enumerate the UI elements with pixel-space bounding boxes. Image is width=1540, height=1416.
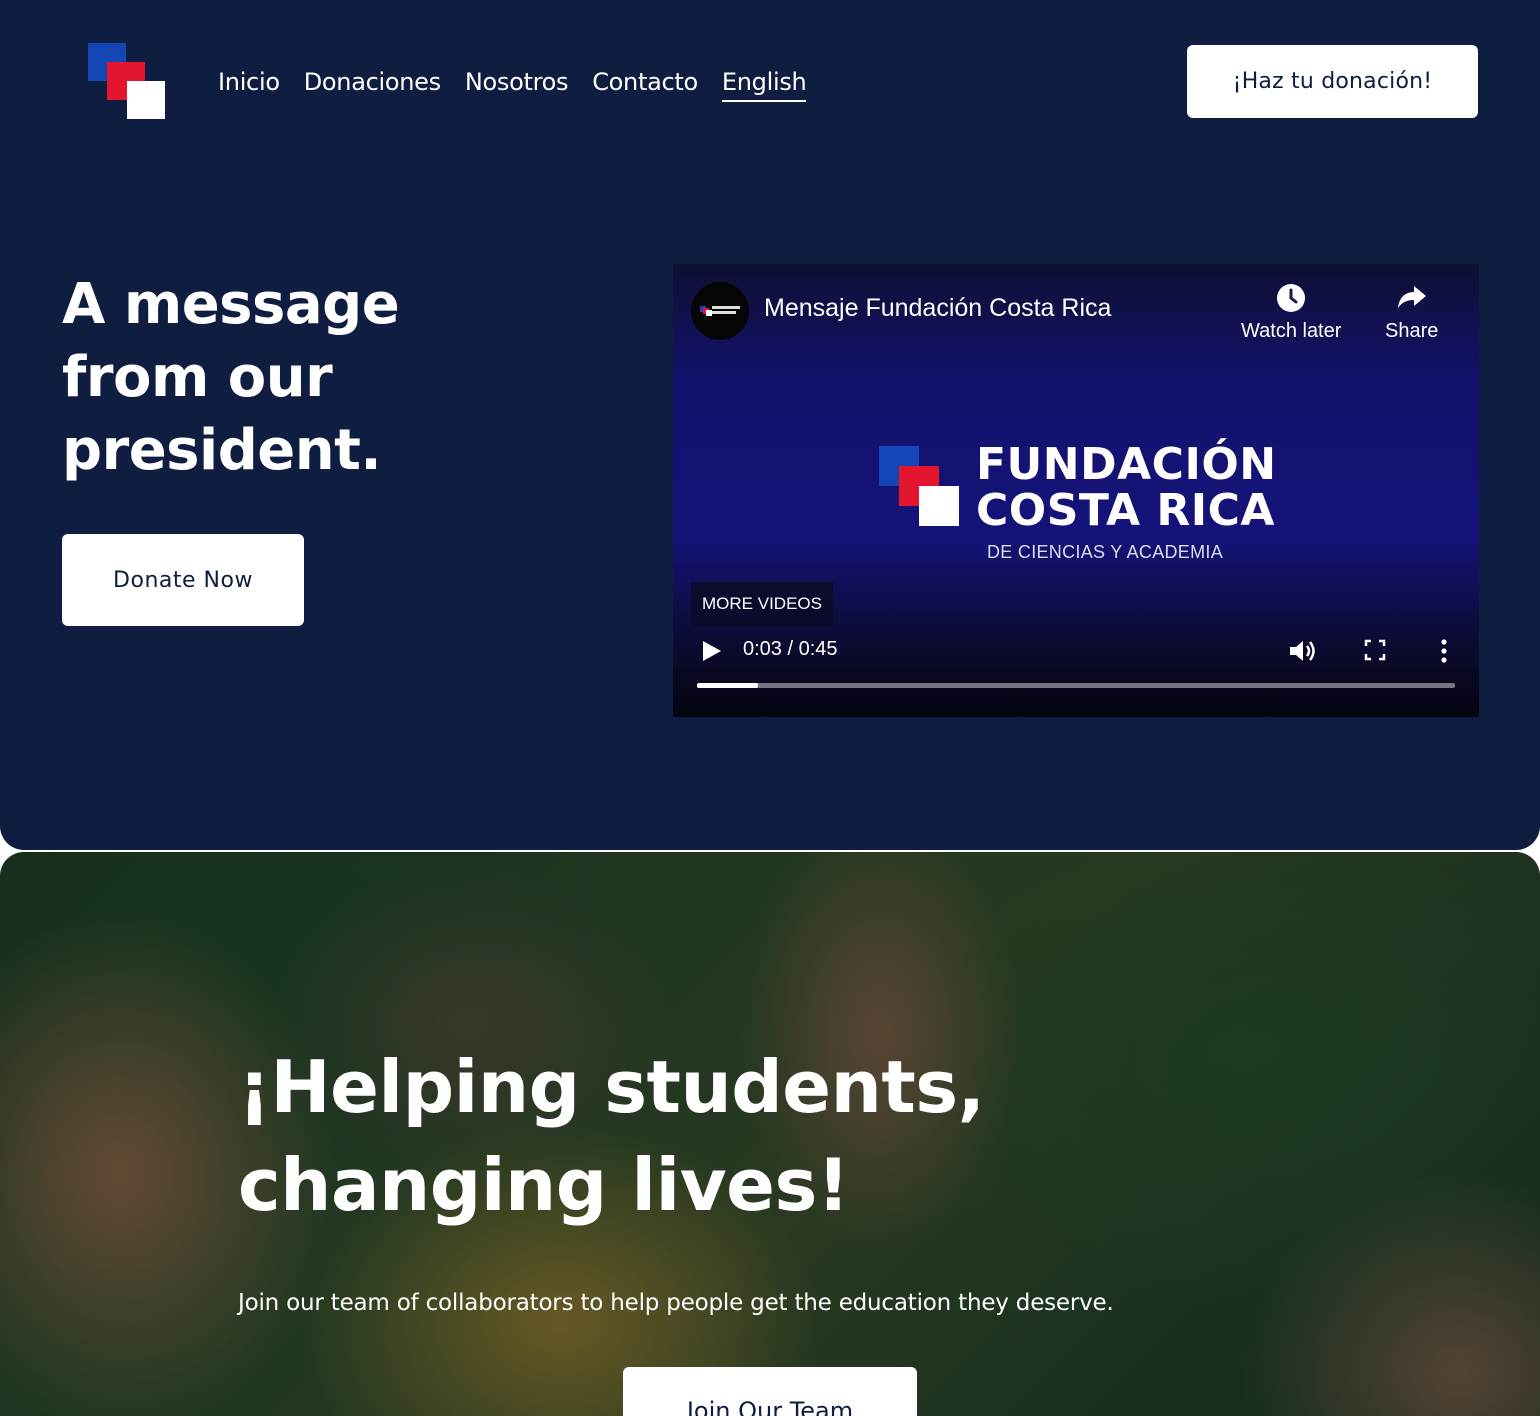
nav-link-contacto[interactable]: Contacto (592, 64, 698, 102)
watch-later-label: Watch later (1241, 320, 1342, 342)
hero-title: A message from our president. (62, 272, 400, 483)
banner-content: ¡Helping students, changing lives! Join … (238, 1038, 1138, 1316)
brand-name-line2: COSTA RICA (976, 485, 1275, 536)
play-icon[interactable] (701, 639, 723, 663)
brand-subtitle: DE CIENCIAS Y ACADEMIA (987, 542, 1224, 562)
more-options-icon[interactable] (1438, 636, 1450, 666)
nav-link-donaciones[interactable]: Donaciones (304, 64, 441, 102)
join-team-button[interactable]: Join Our Team (623, 1367, 917, 1416)
channel-avatar[interactable] (691, 282, 749, 340)
nav-link-nosotros[interactable]: Nosotros (465, 64, 569, 102)
volume-icon[interactable] (1287, 636, 1317, 666)
more-videos-button[interactable]: MORE VIDEOS (691, 582, 833, 626)
banner-title: ¡Helping students, changing lives! (238, 1045, 985, 1227)
video-progress-bar[interactable] (697, 683, 1455, 688)
brand-white-square (919, 486, 959, 526)
nav-link-inicio[interactable]: Inicio (218, 64, 280, 102)
fundacion-logo-icon (700, 306, 740, 316)
brand-name: FUNDACIÓN COSTA RICA (976, 442, 1277, 534)
brand-name-line1: FUNDACIÓN (976, 439, 1277, 490)
clock-icon (1277, 284, 1306, 312)
donate-header-button[interactable]: ¡Haz tu donación! (1187, 45, 1478, 118)
share-button[interactable]: Share (1385, 282, 1438, 343)
video-progress-fill (697, 683, 758, 688)
video-title[interactable]: Mensaje Fundación Costa Rica (764, 294, 1111, 323)
share-arrow-icon (1397, 286, 1426, 308)
logo-white-square (127, 81, 165, 119)
video-controls: 0:03 / 0:45 (673, 628, 1479, 678)
share-label: Share (1385, 320, 1439, 342)
main-nav: Inicio Donaciones Nosotros Contacto Engl… (218, 64, 807, 102)
students-banner: ¡Helping students, changing lives! Join … (0, 852, 1540, 1416)
hero-section: Inicio Donaciones Nosotros Contacto Engl… (0, 0, 1540, 850)
donate-now-button[interactable]: Donate Now (62, 534, 304, 626)
fullscreen-icon[interactable] (1363, 638, 1387, 662)
site-logo[interactable] (88, 43, 168, 123)
video-time: 0:03 / 0:45 (743, 638, 838, 660)
nav-link-english[interactable]: English (721, 64, 807, 102)
banner-text: Join our team of collaborators to help p… (238, 1290, 1114, 1316)
video-player[interactable]: Mensaje Fundación Costa Rica Watch later… (673, 264, 1479, 717)
watch-later-button[interactable]: Watch later (1241, 282, 1341, 343)
video-brand-card: FUNDACIÓN COSTA RICA DE CIENCIAS Y ACADE… (879, 442, 1279, 586)
